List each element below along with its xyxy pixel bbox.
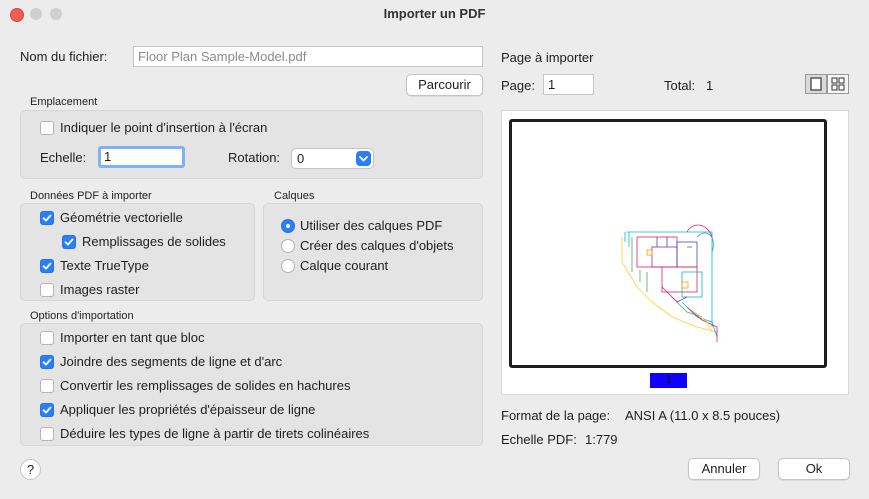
file-name-label: Nom du fichier: [20, 49, 108, 64]
page-label: Page: [501, 78, 535, 93]
import-as-block-label: Importer en tant que bloc [60, 330, 205, 345]
convert-fills-to-hatches-label: Convertir les remplissages de solides en… [60, 378, 351, 393]
page-thumbnail[interactable] [509, 119, 827, 368]
rotation-select[interactable]: 0 [291, 148, 374, 169]
join-segments-checkbox[interactable] [40, 355, 54, 369]
rotation-label: Rotation: [228, 150, 281, 165]
total-label: Total: [664, 78, 696, 93]
apply-lineweight-label: Appliquer les propriétés d'épaisseur de … [60, 402, 316, 417]
scale-label: Echelle: [40, 150, 87, 165]
title-bar: Importer un PDF [0, 0, 869, 28]
checkmark-icon [42, 214, 52, 222]
checkmark-icon [42, 262, 52, 270]
chevron-down-icon [356, 151, 371, 166]
solid-fills-label: Remplissages de solides [82, 234, 226, 249]
grid-thumbnails-icon [831, 77, 845, 91]
page-input[interactable]: 1 [543, 74, 594, 95]
single-page-view-button[interactable] [805, 74, 827, 94]
import-options-section-title: Options d'importation [30, 310, 134, 322]
solid-fills-checkbox[interactable] [62, 235, 76, 249]
close-window-button[interactable] [10, 8, 24, 22]
ok-button[interactable]: Ok [778, 458, 850, 480]
page-format-label: Format de la page: [501, 408, 611, 423]
infer-linetypes-checkbox[interactable] [40, 427, 54, 441]
vector-geometry-checkbox[interactable] [40, 211, 54, 225]
vector-geometry-label: Géométrie vectorielle [60, 210, 183, 225]
layers-section-title: Calques [274, 190, 315, 202]
single-page-icon [810, 77, 822, 91]
specify-on-screen-checkbox[interactable] [40, 121, 54, 135]
use-pdf-layers-radio[interactable] [281, 219, 295, 233]
create-object-layers-label: Créer des calques d'objets [300, 238, 454, 253]
cancel-button[interactable]: Annuler [688, 458, 760, 480]
specify-on-screen-label: Indiquer le point d'insertion à l'écran [60, 120, 268, 135]
help-button[interactable]: ? [20, 459, 41, 480]
join-segments-label: Joindre des segments de ligne et d'arc [60, 354, 283, 369]
page-format-value: ANSI A (11.0 x 8.5 pouces) [625, 408, 781, 423]
pdf-scale-label: Echelle PDF: [501, 432, 577, 447]
raster-images-checkbox[interactable] [40, 283, 54, 297]
thumbnail-view-button[interactable] [827, 74, 849, 94]
raster-images-label: Images raster [60, 282, 140, 297]
truetype-text-label: Texte TrueType [60, 258, 149, 273]
current-layer-radio[interactable] [281, 259, 295, 273]
truetype-text-checkbox[interactable] [40, 259, 54, 273]
current-layer-label: Calque courant [300, 258, 389, 273]
pdf-data-section-title: Données PDF à importer [30, 190, 152, 202]
scale-input[interactable]: 1 [98, 146, 185, 168]
checkmark-icon [64, 238, 74, 246]
browse-button[interactable]: Parcourir [406, 74, 483, 96]
checkmark-icon [42, 406, 52, 414]
floor-plan-drawing [621, 224, 718, 342]
page-number-tag: 1 [650, 373, 687, 388]
page-import-title: Page à importer [501, 50, 594, 65]
zoom-window-button[interactable] [50, 8, 62, 20]
window-title: Importer un PDF [383, 6, 486, 21]
total-value: 1 [706, 78, 714, 93]
minimize-window-button[interactable] [30, 8, 42, 20]
apply-lineweight-checkbox[interactable] [40, 403, 54, 417]
create-object-layers-radio[interactable] [281, 239, 295, 253]
use-pdf-layers-label: Utiliser des calques PDF [300, 218, 443, 233]
checkmark-icon [42, 358, 52, 366]
rotation-value: 0 [297, 151, 305, 166]
page-preview: 1 [501, 110, 849, 395]
import-pdf-dialog: Importer un PDF Nom du fichier: Floor Pl… [0, 0, 869, 499]
import-as-block-checkbox[interactable] [40, 331, 54, 345]
pdf-scale-value: 1:779 [585, 432, 618, 447]
infer-linetypes-label: Déduire les types de ligne à partir de t… [60, 426, 370, 441]
file-name-field[interactable]: Floor Plan Sample-Model.pdf [133, 46, 483, 67]
placement-section-title: Emplacement [30, 96, 98, 108]
convert-fills-to-hatches-checkbox[interactable] [40, 379, 54, 393]
